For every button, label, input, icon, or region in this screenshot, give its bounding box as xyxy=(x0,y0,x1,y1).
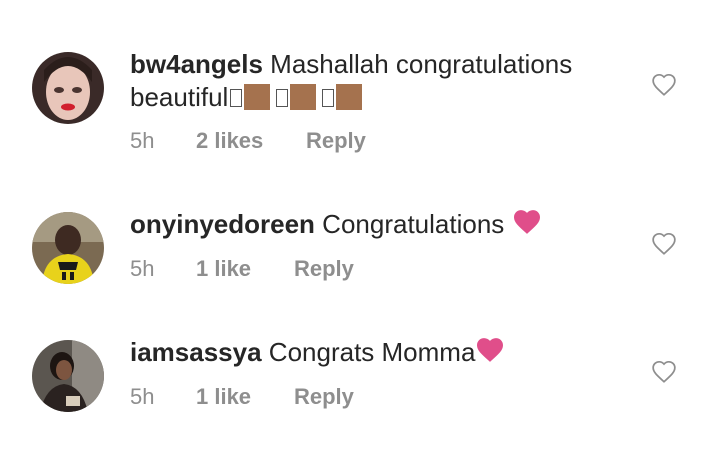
heart-outline-icon xyxy=(652,232,676,255)
likes-count-link[interactable]: 2 likes xyxy=(196,128,263,154)
comment-username[interactable]: bw4angels xyxy=(130,49,263,79)
comment-body-cont: beautiful xyxy=(130,82,229,112)
reply-button[interactable]: Reply xyxy=(294,384,354,410)
like-button[interactable] xyxy=(651,231,677,257)
unsupported-glyph-icon xyxy=(322,89,335,107)
user-avatar-photo xyxy=(32,340,104,412)
comment-timestamp: 5h xyxy=(130,128,155,153)
like-button[interactable] xyxy=(651,359,677,385)
heart-outline-icon xyxy=(652,73,676,96)
comment-text: bw4angels Mashallah congratulations beau… xyxy=(130,48,630,114)
comment-body: Mashallah congratulations xyxy=(270,49,573,79)
comment-body: Congrats Momma xyxy=(268,337,476,367)
user-avatar-photo xyxy=(32,52,104,124)
comment-timestamp: 5h xyxy=(130,384,155,409)
unsupported-glyph-icon xyxy=(276,89,289,107)
comment-timestamp: 5h xyxy=(130,256,155,281)
avatar[interactable] xyxy=(32,212,104,284)
avatar[interactable] xyxy=(32,52,104,124)
likes-count-link[interactable]: 1 like xyxy=(196,384,251,410)
skin-tone-icon xyxy=(290,84,317,110)
likes-count-link[interactable]: 1 like xyxy=(196,256,251,282)
comment-body: Congratulations xyxy=(322,209,505,239)
comment-text: iamsassya Congrats Momma xyxy=(130,336,630,371)
comment-text: onyinyedoreen Congratulations xyxy=(130,208,630,243)
reply-button[interactable]: Reply xyxy=(306,128,366,154)
comment-username[interactable]: onyinyedoreen xyxy=(130,209,315,239)
skin-tone-icon xyxy=(244,84,271,110)
unsupported-glyph-icon xyxy=(230,89,243,107)
pink-heart-emoji-icon xyxy=(475,337,505,371)
reply-button[interactable]: Reply xyxy=(294,256,354,282)
like-button[interactable] xyxy=(651,72,677,98)
heart-outline-icon xyxy=(652,360,676,383)
avatar[interactable] xyxy=(32,340,104,412)
comment-username[interactable]: iamsassya xyxy=(130,337,262,367)
pink-heart-emoji-icon xyxy=(512,209,542,243)
skin-tone-icon xyxy=(336,84,363,110)
user-avatar-photo xyxy=(32,212,104,284)
